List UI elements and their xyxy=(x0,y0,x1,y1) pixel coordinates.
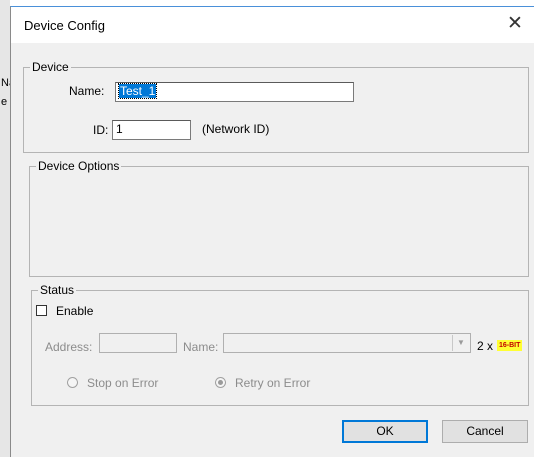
status-name-dropdown[interactable]: ▼ xyxy=(223,333,471,353)
device-group-legend: Device xyxy=(32,60,69,74)
background-text: e xyxy=(1,96,8,108)
enable-label: Enable xyxy=(56,304,94,318)
device-options-group: Device Options xyxy=(29,160,529,277)
close-icon: ✕ xyxy=(507,13,523,34)
network-id-hint: (Network ID) xyxy=(202,122,270,136)
retry-on-error-radio-button[interactable] xyxy=(215,377,226,388)
status-name-label: Name: xyxy=(183,340,219,354)
stop-on-error-radio-button[interactable] xyxy=(67,377,78,388)
id-label: ID: xyxy=(93,123,109,137)
address-field[interactable] xyxy=(99,333,177,353)
name-field-value: Test_1 xyxy=(117,83,158,99)
16-bit-badge: 16-BIT xyxy=(497,340,523,351)
chevron-down-icon: ▼ xyxy=(452,335,469,351)
stop-on-error-label: Stop on Error xyxy=(87,376,159,390)
close-button[interactable]: ✕ xyxy=(502,12,528,38)
address-label: Address: xyxy=(45,340,93,354)
title-bar: Device Config ✕ xyxy=(11,7,534,43)
ok-button[interactable]: OK xyxy=(342,420,428,443)
device-options-legend: Device Options xyxy=(38,159,120,173)
device-group: Device xyxy=(23,61,529,153)
enable-checkbox[interactable] xyxy=(36,305,47,316)
multiplier-label: 2 x xyxy=(477,339,494,353)
id-field[interactable]: 1 xyxy=(112,120,191,140)
id-field-value: 1 xyxy=(116,122,123,136)
name-label: Name: xyxy=(69,84,105,98)
device-config-dialog: Device Config ✕ Device Name: Test_1 ID: … xyxy=(10,6,534,457)
background-window: Nå e xyxy=(0,0,15,457)
dialog-title: Device Config xyxy=(24,18,105,33)
status-group-legend: Status xyxy=(40,283,75,297)
name-field[interactable]: Test_1 xyxy=(115,82,354,102)
cancel-button[interactable]: Cancel xyxy=(442,420,528,443)
retry-on-error-label: Retry on Error xyxy=(235,376,311,390)
